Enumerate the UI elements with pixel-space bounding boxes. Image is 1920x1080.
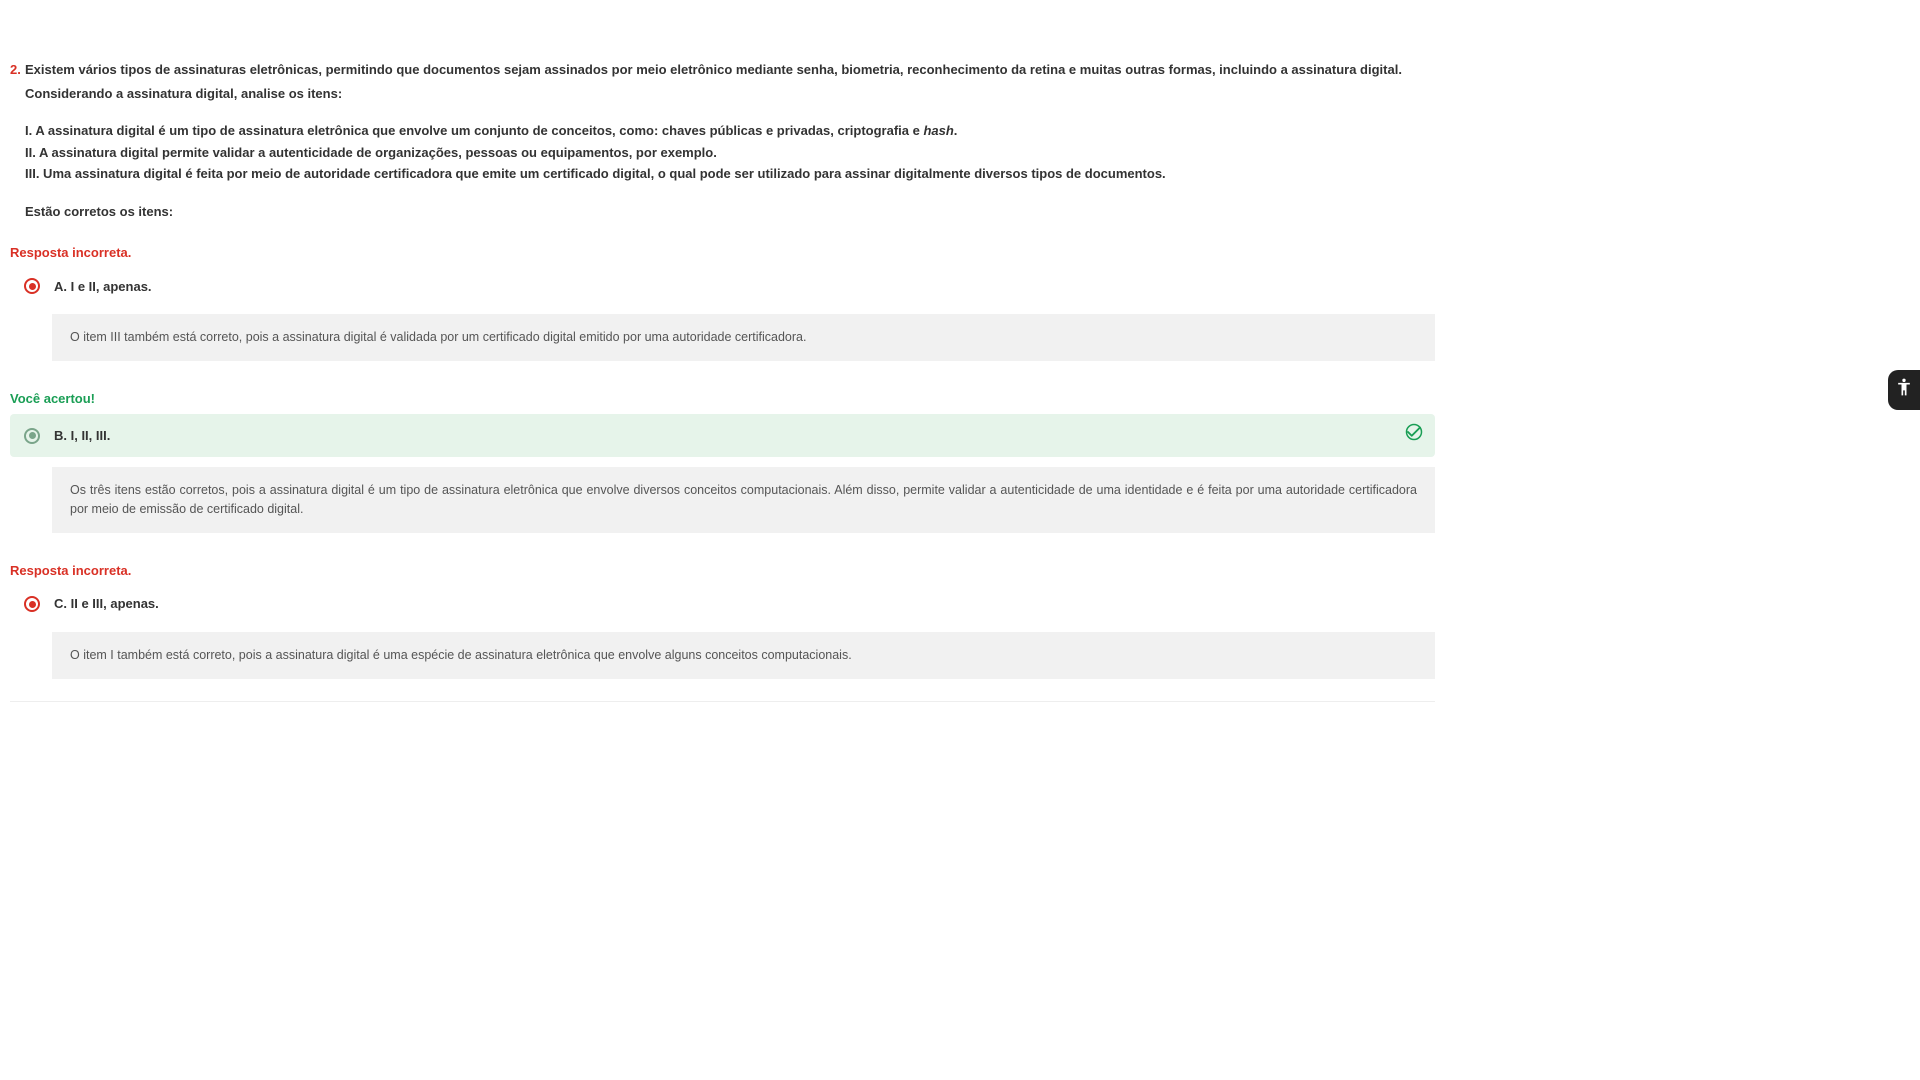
item-i-pre: I. A assinatura digital é um tipo de ass… <box>25 123 923 138</box>
accessibility-button[interactable] <box>1888 370 1920 410</box>
item-ii: II. A assinatura digital permite validar… <box>25 143 1435 163</box>
option-b-explanation: Os três itens estão corretos, pois a ass… <box>52 467 1435 533</box>
radio-selected-icon <box>24 428 40 444</box>
question-number: 2. <box>10 60 21 80</box>
option-c-explanation: O item I também está correto, pois a ass… <box>52 632 1435 679</box>
status-incorrect-c: Resposta incorreta. <box>10 561 1435 581</box>
option-b-row[interactable]: B. I, II, III. <box>10 414 1435 457</box>
check-icon <box>1405 422 1423 449</box>
item-iii: III. Uma assinatura digital é feita por … <box>25 164 1435 184</box>
question-intro: Existem vários tipos de assinaturas elet… <box>25 62 1402 77</box>
status-incorrect-a: Resposta incorreta. <box>10 243 1435 263</box>
item-i-em: hash <box>923 123 953 138</box>
item-i: I. A assinatura digital é um tipo de ass… <box>25 121 1435 141</box>
question-stem: Existem vários tipos de assinaturas elet… <box>25 60 1435 221</box>
option-a-row[interactable]: A. I e II, apenas. <box>10 269 1435 305</box>
question-block: 2. Existem vários tipos de assinaturas e… <box>10 60 1435 221</box>
radio-selected-icon <box>24 596 40 612</box>
status-correct-b: Você acertou! <box>10 389 1435 409</box>
accessibility-icon <box>1894 377 1914 403</box>
item-i-post: . <box>954 123 958 138</box>
question-consider: Considerando a assinatura digital, anali… <box>25 84 1435 104</box>
question-items: I. A assinatura digital é um tipo de ass… <box>25 121 1435 184</box>
option-b-label: B. I, II, III. <box>54 426 1391 446</box>
option-c-label: C. II e III, apenas. <box>54 594 1423 614</box>
option-c-row[interactable]: C. II e III, apenas. <box>10 586 1435 622</box>
option-a-explanation: O item III também está correto, pois a a… <box>52 314 1435 361</box>
divider <box>10 701 1435 702</box>
option-a-label: A. I e II, apenas. <box>54 277 1423 297</box>
radio-selected-icon <box>24 278 40 294</box>
question-final: Estão corretos os itens: <box>25 202 1435 222</box>
